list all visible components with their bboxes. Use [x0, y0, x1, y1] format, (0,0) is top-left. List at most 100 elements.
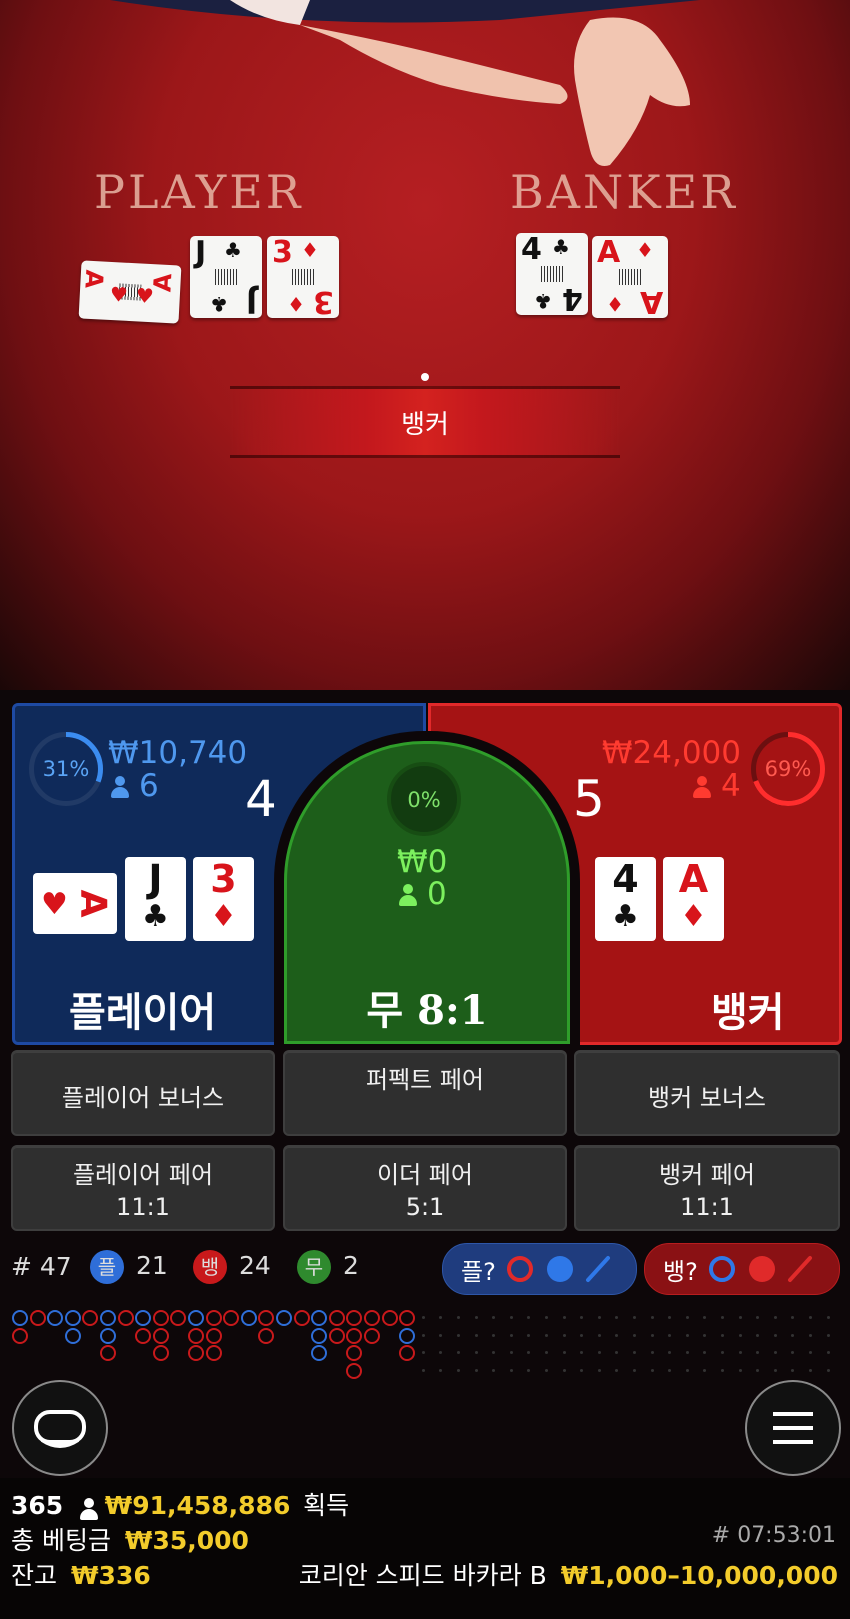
road-cell	[399, 1345, 416, 1362]
road-empty-dot	[562, 1333, 566, 1337]
total-bet-line: 총 베팅금 ₩35,000	[11, 1526, 249, 1555]
road-empty-dot	[421, 1333, 425, 1337]
road-empty-dot	[685, 1368, 689, 1372]
lobby-button[interactable]	[12, 1380, 108, 1476]
road-cell	[64, 1327, 81, 1344]
road-cell	[135, 1310, 152, 1326]
road-empty-dot	[509, 1368, 513, 1372]
road-cell	[170, 1310, 187, 1326]
road-empty-dot	[773, 1351, 777, 1355]
road-empty-dot	[773, 1316, 777, 1319]
road-empty-dot	[703, 1316, 707, 1319]
road-empty-dot	[738, 1316, 742, 1319]
road-cell	[240, 1310, 257, 1326]
road-cell	[364, 1327, 380, 1344]
banker-percent-ring: 69%	[751, 732, 825, 806]
player-bonus-button[interactable]: 플레이어 보너스	[11, 1050, 275, 1136]
road-empty-dot	[457, 1351, 460, 1355]
road-cell	[311, 1327, 328, 1344]
road-cell	[223, 1310, 240, 1326]
road-empty-dot	[809, 1351, 812, 1355]
perfect-pair-button[interactable]: 퍼펙트 페어	[283, 1050, 567, 1136]
banker-score: 5	[573, 770, 605, 828]
road-empty-dot	[756, 1333, 760, 1337]
banker-pair-button[interactable]: 뱅커 페어 11:1	[574, 1145, 840, 1231]
result-banner: 뱅커	[230, 386, 620, 458]
player-card-1: ♥ A	[33, 873, 117, 934]
road-empty-dot	[545, 1316, 548, 1319]
person-icon	[79, 1498, 98, 1520]
road-empty-dot	[580, 1351, 584, 1355]
tie-bet-amount: ₩0	[397, 844, 448, 880]
road-empty-dot	[527, 1368, 531, 1372]
player-score: 4	[245, 770, 277, 828]
road-empty-dot	[773, 1333, 777, 1337]
road-empty-dot	[721, 1316, 724, 1319]
road-empty-dot	[615, 1316, 619, 1319]
banker-bet-amount: ₩24,000	[601, 735, 741, 771]
banker-ask-button[interactable]: 뱅?	[644, 1243, 840, 1295]
road-cell	[100, 1345, 116, 1362]
road-empty-dot	[668, 1333, 672, 1337]
road-empty-dot	[474, 1333, 478, 1337]
road-cell	[135, 1327, 152, 1344]
balance-line: 잔고 ₩336	[11, 1561, 151, 1590]
road-empty-dot	[809, 1316, 812, 1319]
road-cell	[364, 1310, 380, 1326]
road-empty-dot	[721, 1351, 724, 1355]
road-empty-dot	[738, 1351, 742, 1355]
player-bet-amount: ₩10,740	[108, 735, 248, 771]
road-cell	[100, 1327, 116, 1344]
road-empty-dot	[756, 1351, 760, 1355]
road-empty-dot	[633, 1351, 636, 1355]
either-pair-button[interactable]: 이더 페어 5:1	[283, 1145, 567, 1231]
road-cell	[346, 1310, 363, 1326]
road-cell	[293, 1310, 310, 1326]
road-empty-dot	[597, 1351, 601, 1355]
road-empty-dot	[421, 1368, 425, 1372]
road-empty-dot	[756, 1316, 760, 1319]
road-empty-dot	[580, 1333, 584, 1337]
road-empty-dot	[439, 1333, 443, 1337]
tie-bet-spot[interactable]: 0% ₩0 0 무 8:1	[284, 741, 570, 1044]
road-empty-dot	[668, 1368, 672, 1372]
tie-percent: 0%	[407, 788, 441, 812]
road-empty-dot	[615, 1351, 619, 1355]
road-empty-dot	[721, 1368, 724, 1372]
road-empty-dot	[791, 1351, 795, 1355]
banker-bonus-button[interactable]: 뱅커 보너스	[574, 1050, 840, 1136]
menu-button[interactable]	[745, 1380, 841, 1476]
road-empty-dot	[650, 1316, 654, 1319]
road-empty-dot	[545, 1351, 548, 1355]
road-cell	[100, 1310, 116, 1326]
bead-road-map[interactable]	[8, 1306, 842, 1436]
road-cell	[328, 1310, 345, 1326]
road-cell	[346, 1327, 363, 1344]
road-empty-dot	[457, 1316, 460, 1319]
road-empty-dot	[633, 1316, 636, 1319]
player-pair-button[interactable]: 플레이어 페어 11:1	[11, 1145, 275, 1231]
road-empty-dot	[615, 1368, 619, 1372]
road-empty-dot	[738, 1368, 742, 1372]
road-empty-dot	[685, 1333, 689, 1337]
banker-bettors: 4	[693, 768, 741, 804]
road-empty-dot	[439, 1351, 443, 1355]
player-bettors: 6	[111, 768, 159, 804]
road-empty-dot	[457, 1368, 460, 1372]
person-icon	[693, 776, 711, 798]
road-empty-dot	[703, 1368, 707, 1372]
road-empty-dot	[545, 1368, 548, 1372]
round-id: # 07:53:01	[711, 1523, 836, 1548]
player-label: 플레이어	[69, 990, 217, 1036]
player-card-2: J ♣	[125, 857, 186, 941]
player-card-3: 3 ♦	[193, 857, 254, 941]
road-cell	[205, 1327, 222, 1344]
road-cell	[117, 1310, 134, 1326]
road-empty-dot	[580, 1368, 584, 1372]
road-empty-dot	[826, 1333, 830, 1337]
road-cell	[152, 1345, 169, 1362]
road-empty-dot	[703, 1333, 707, 1337]
road-empty-dot	[492, 1368, 496, 1372]
player-ask-button[interactable]: 플?	[442, 1243, 637, 1295]
person-icon	[111, 776, 129, 798]
